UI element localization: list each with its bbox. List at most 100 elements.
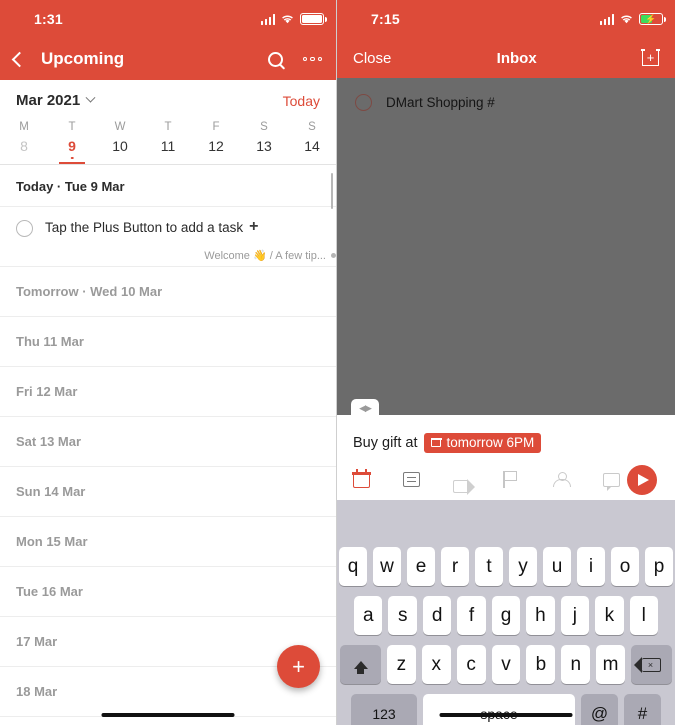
calendar-day-12[interactable]: 12 [192,135,240,164]
day-event-dot [70,156,74,159]
weekday-initial: T [68,121,76,133]
key-d[interactable]: d [422,596,452,635]
key-r[interactable]: r [441,547,469,586]
day-row-sat-13[interactable]: Sat 13 Mar [0,417,336,466]
key-h[interactable]: h [526,596,555,635]
key-z[interactable]: z [387,645,416,684]
inbox-task-title: DMart Shopping # [386,95,495,110]
status-indicators: ⚡ [599,0,666,38]
day-row-sun-14[interactable]: Sun 14 Mar [0,467,336,516]
key-q[interactable]: q [339,547,367,586]
cellular-signal-icon [260,13,275,25]
right-app-bar: Close Inbox + [337,38,675,78]
numbers-key[interactable]: 123 [351,694,417,725]
day-row-fri-12[interactable]: Fri 12 Mar [0,367,336,416]
calendar-day-8[interactable]: 8 [0,135,48,164]
task-checkbox-icon[interactable] [16,220,33,237]
month-selector-row: Mar 2021 Today [0,80,336,117]
quick-add-card: Buy gift at tomorrow 6PM [337,415,675,500]
key-j[interactable]: j [560,596,590,635]
key-x[interactable]: x [421,645,451,684]
key-k[interactable]: k [595,596,624,635]
task-checkbox-icon[interactable] [355,94,372,111]
task-meta-row: Welcome 👋 / A few tip... [0,243,336,266]
quick-add-toolbar [352,464,659,495]
schedule-icon[interactable] [352,468,403,488]
calendar-day-11[interactable]: 11 [144,135,192,164]
keyboard-row-3: z x c v b n m × [337,640,675,689]
key-w[interactable]: w [373,547,401,586]
quick-add-wrapper: ◀▶ Buy gift at tomorrow 6PM [337,399,675,500]
page-title: Upcoming [41,49,125,68]
task-body: Tap the Plus Button to add a task + [45,219,320,235]
key-m[interactable]: m [596,645,626,684]
status-time: 7:15 [371,11,400,27]
list-scrollbar[interactable] [330,173,333,209]
inbox-title: Inbox [496,49,537,67]
key-f[interactable]: f [457,596,486,635]
wifi-icon [282,15,293,24]
key-o[interactable]: o [611,547,639,586]
expand-handle-icon[interactable]: ◀▶ [351,399,379,418]
day-row-tue-16[interactable]: Tue 16 Mar [0,567,336,616]
calendar-day-14[interactable]: 14 [288,135,336,164]
calendar-day-10[interactable]: 10 [96,135,144,164]
inbox-task-row[interactable]: DMart Shopping # [337,78,675,127]
wifi-icon [621,15,632,24]
assignee-icon[interactable] [553,471,603,488]
key-a[interactable]: a [354,596,383,635]
key-v[interactable]: v [491,645,521,684]
today-link[interactable]: Today [283,93,320,109]
key-c[interactable]: c [456,645,486,684]
day-row-thu-11[interactable]: Thu 11 Mar [0,317,336,366]
key-l[interactable]: l [629,596,658,635]
battery-icon [300,13,327,25]
task-input-field[interactable]: Buy gift at tomorrow 6PM [353,433,659,453]
more-options-icon[interactable] [302,56,322,62]
shift-key-icon[interactable] [340,645,381,684]
month-selector[interactable]: Mar 2021 [16,92,96,109]
home-indicator [439,713,573,717]
add-task-fab-icon[interactable]: + [277,645,320,688]
key-i[interactable]: i [577,547,605,586]
calendar-day-13[interactable]: 13 [240,135,288,164]
task-row[interactable]: Tap the Plus Button to add a task + [0,207,336,243]
calendar-day-9-selected[interactable]: 9 [48,135,96,164]
space-key[interactable]: space [423,694,575,725]
key-g[interactable]: g [491,596,521,635]
day-row-19[interactable]: 19 Mar [0,717,336,725]
task-project-path: Welcome 👋 / A few tip... [204,250,326,262]
right-screen-quick-add: 7:15 ⚡ Close Inbox + DMart Shopping # ◀▶… [337,0,675,725]
weekday-initial: M [19,121,29,133]
hash-key[interactable]: # [624,694,661,725]
description-icon[interactable] [403,472,453,487]
day-row-tomorrow[interactable]: Tomorrow · Wed 10 Mar [0,267,336,316]
left-screen-upcoming: 1:31 Upcoming Mar 2021 Today M T W T F S… [0,0,337,725]
key-s[interactable]: s [388,596,417,635]
key-t[interactable]: t [475,547,503,586]
key-n[interactable]: n [561,645,591,684]
day-row-mon-15[interactable]: Mon 15 Mar [0,517,336,566]
on-screen-keyboard: q w e r t y u i o p a s d f g h j k l z … [337,500,675,725]
predictive-text-bar [337,500,675,542]
key-e[interactable]: e [407,547,435,586]
due-date-chip[interactable]: tomorrow 6PM [424,433,542,453]
priority-flag-icon[interactable] [503,471,553,488]
due-date-label: tomorrow 6PM [446,435,535,450]
send-icon[interactable] [627,464,657,495]
chevron-down-icon [85,92,96,103]
at-key[interactable]: @ [581,694,618,725]
key-b[interactable]: b [526,645,556,684]
backspace-key-icon[interactable]: × [631,645,673,684]
new-item-icon[interactable]: + [641,48,660,66]
key-y[interactable]: y [509,547,537,586]
inbox-dimmed-backdrop[interactable]: DMart Shopping # [337,78,675,415]
project-color-dot [331,253,336,258]
weekday-initial: F [212,121,220,133]
close-button[interactable]: Close [353,50,391,67]
back-chevron-icon[interactable] [11,51,28,67]
key-u[interactable]: u [543,547,571,586]
right-status-bar: 7:15 ⚡ [337,0,675,38]
search-icon[interactable] [267,51,283,67]
key-p[interactable]: p [645,547,673,586]
